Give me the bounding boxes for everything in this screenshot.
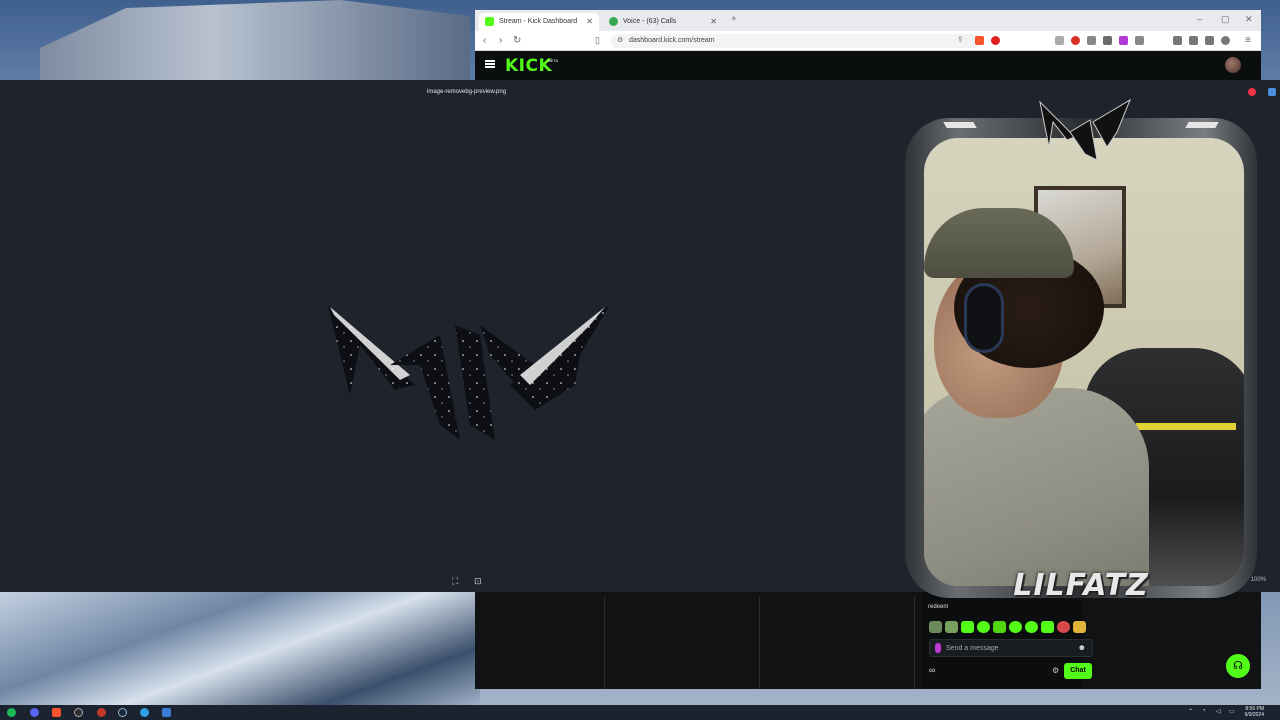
- fit-to-screen-icon[interactable]: ⛶: [452, 576, 458, 587]
- tab-voice-calls[interactable]: Voice - (63) Calls ✕: [603, 13, 723, 31]
- chat-message-box: ☻: [929, 639, 1093, 657]
- forward-icon[interactable]: ›: [499, 35, 502, 46]
- support-headset-icon[interactable]: ☊: [1226, 654, 1250, 678]
- headphones: [964, 283, 1004, 353]
- kick-favicon-icon: [485, 17, 494, 26]
- extension-icon[interactable]: [1248, 88, 1256, 96]
- taskbar-clock[interactable]: 8:56 PM 9/9/2024: [1245, 706, 1264, 718]
- emote-bar: [929, 621, 1086, 633]
- steam-icon[interactable]: [118, 708, 127, 717]
- clock-date: 9/9/2024: [1244, 712, 1264, 718]
- close-tab-icon[interactable]: ✕: [710, 17, 717, 26]
- preview-filename: image-removebg-preview.png: [427, 89, 507, 95]
- chair-stripe: [1136, 423, 1236, 430]
- dashboard-panel: [606, 596, 760, 689]
- emoji-picker-icon[interactable]: ☻: [1078, 643, 1086, 652]
- microphone-icon[interactable]: [935, 643, 941, 653]
- tab-label: Stream - Kick Dashboard: [499, 18, 578, 25]
- close-tab-icon[interactable]: ✕: [586, 17, 593, 26]
- fatz-badge-logo: [1039, 98, 1132, 161]
- emote-icon[interactable]: [929, 621, 942, 633]
- emote-icon[interactable]: [1009, 621, 1022, 633]
- points-infinity-icon[interactable]: ∞: [929, 665, 935, 675]
- logo-shape: [510, 305, 610, 410]
- frame-corner: [1185, 122, 1219, 128]
- spotify-icon[interactable]: [7, 708, 16, 717]
- extension-icon[interactable]: [1071, 36, 1080, 45]
- brave-icon[interactable]: [52, 708, 61, 717]
- battery-icon[interactable]: ▭: [1229, 708, 1235, 715]
- send-chat-button[interactable]: Chat: [1064, 663, 1092, 679]
- site-info-icon: ⚙: [617, 37, 624, 44]
- dashboard-panel: [477, 596, 605, 689]
- reload-icon[interactable]: ↻: [513, 35, 521, 46]
- emote-icon[interactable]: [1041, 621, 1054, 633]
- sidebar-icon[interactable]: [1189, 36, 1198, 45]
- menu-icon[interactable]: ≡: [1245, 35, 1251, 46]
- address-bar: ‹ › ↻ ▯ ⚙ dashboard.kick.com/stream ⇪ ≡: [475, 31, 1261, 51]
- extension-icon[interactable]: [1103, 36, 1112, 45]
- streamer-shirt: [924, 388, 1149, 586]
- webcam-overlay: LILFATZ: [905, 98, 1257, 603]
- windows-taskbar: ⌃ ◔ ◁ ▭ 8:56 PM 9/9/2024: [0, 705, 1280, 720]
- kick-logo[interactable]: KICK: [505, 56, 552, 76]
- emote-icon[interactable]: [1025, 621, 1038, 633]
- beta-badge: BETA: [548, 58, 559, 63]
- emote-icon[interactable]: [977, 621, 990, 633]
- emote-icon[interactable]: [993, 621, 1006, 633]
- back-icon[interactable]: ‹: [483, 35, 486, 46]
- discord-icon[interactable]: [30, 708, 39, 717]
- minimize-icon[interactable]: –: [1197, 14, 1202, 24]
- maximize-icon[interactable]: ▢: [1221, 14, 1230, 25]
- tab-label: Voice - (63) Calls: [623, 18, 677, 25]
- url-input[interactable]: ⚙ dashboard.kick.com/stream: [611, 34, 981, 48]
- close-window-icon[interactable]: ✕: [1245, 14, 1253, 25]
- brave-shield-icon[interactable]: [975, 36, 984, 45]
- frame-corner: [943, 122, 977, 128]
- app-icon[interactable]: [162, 708, 171, 717]
- kick-header: KICK BETA: [475, 51, 1261, 80]
- url-text: dashboard.kick.com/stream: [629, 37, 715, 44]
- wallet-icon[interactable]: [1205, 36, 1214, 45]
- dashboard-panel: [761, 596, 915, 689]
- emote-icon[interactable]: [1057, 621, 1070, 633]
- browser-window: Stream - Kick Dashboard ✕ Voice - (63) C…: [475, 10, 1261, 80]
- tab-kick-dashboard[interactable]: Stream - Kick Dashboard ✕: [479, 13, 599, 31]
- leo-icon[interactable]: [1221, 36, 1230, 45]
- heart-icon[interactable]: [1087, 36, 1096, 45]
- tab-bar: Stream - Kick Dashboard ✕ Voice - (63) C…: [475, 10, 1261, 31]
- rewards-icon[interactable]: [991, 36, 1000, 45]
- extension-icon[interactable]: [1119, 36, 1128, 45]
- volume-icon[interactable]: ◁: [1216, 708, 1221, 715]
- emote-icon[interactable]: [961, 621, 974, 633]
- app-icon[interactable]: [97, 708, 106, 717]
- actual-size-icon[interactable]: ⊡: [474, 576, 482, 587]
- hamburger-menu-icon[interactable]: [485, 60, 495, 68]
- user-avatar[interactable]: [1225, 57, 1241, 73]
- obs-icon[interactable]: [74, 708, 83, 717]
- edit-icon[interactable]: [1268, 88, 1276, 96]
- emote-icon[interactable]: [1073, 621, 1086, 633]
- fatz-logo-artwork: [328, 305, 610, 440]
- new-tab-button[interactable]: +: [731, 14, 737, 25]
- streamer-name: LILFATZ: [1013, 568, 1149, 603]
- share-icon[interactable]: ⇪: [957, 35, 964, 44]
- wifi-icon[interactable]: ◔: [1202, 708, 1206, 714]
- download-icon[interactable]: [1173, 36, 1182, 45]
- chat-settings-icon[interactable]: ⚙: [1052, 666, 1059, 675]
- edge-icon[interactable]: [140, 708, 149, 717]
- tray-chevron-icon[interactable]: ⌃: [1188, 708, 1193, 715]
- extension-icon[interactable]: [1135, 36, 1144, 45]
- phone-favicon-icon: [609, 17, 618, 26]
- extension-icon[interactable]: [1055, 36, 1064, 45]
- webcam-video: [924, 138, 1244, 586]
- emote-icon[interactable]: [945, 621, 958, 633]
- chat-message-input[interactable]: [946, 642, 1066, 654]
- bookmark-icon[interactable]: ▯: [595, 35, 600, 46]
- wallpaper-snow: [0, 590, 480, 705]
